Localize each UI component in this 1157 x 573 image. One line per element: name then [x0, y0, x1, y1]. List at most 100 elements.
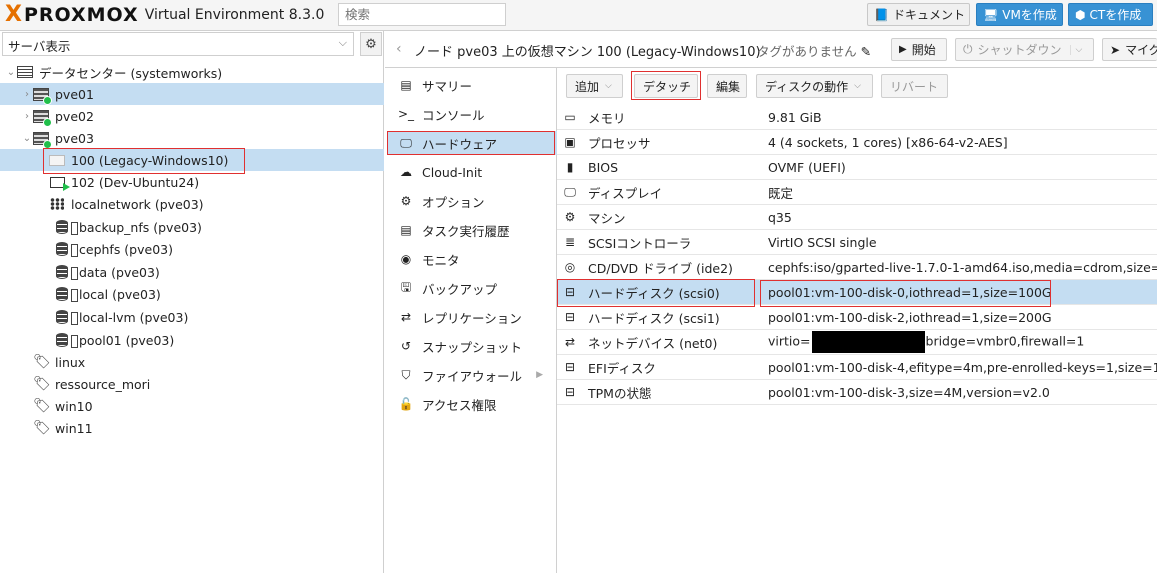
migrate-label: マイグ — [1125, 43, 1157, 57]
chevron-down-icon[interactable]: ⌄ — [6, 67, 16, 78]
nav-console[interactable]: >_ コンソール — [388, 102, 557, 126]
tree-item-pve01[interactable]: › pve01 — [0, 83, 384, 105]
hardware-name: マシン — [588, 210, 626, 226]
hardware-row-bios[interactable]: ▮ BIOS OVMF (UEFI) — [557, 155, 1157, 180]
chevron-right-icon[interactable]: › — [22, 111, 32, 122]
retweet-icon: ⇄ — [400, 310, 412, 324]
chevron-right-icon[interactable]: › — [22, 89, 32, 100]
tags-field[interactable]: タグがありません ✎ — [757, 41, 871, 60]
tag-icon: 🏷 — [33, 420, 51, 436]
hardware-row-scsi-controller[interactable]: ≣ SCSIコントローラ VirtIO SCSI single — [557, 230, 1157, 255]
detach-button[interactable]: デタッチ — [634, 74, 698, 98]
tree-item-label: 102 (Dev-Ubuntu24) — [71, 174, 200, 190]
tree-item-tag-linux[interactable]: 🏷 linux — [0, 351, 384, 373]
tree-item-pool01[interactable]: pool01 (pve03) — [0, 329, 384, 351]
revert-button[interactable]: リバート — [881, 74, 948, 98]
nav-label: オプション — [422, 194, 485, 210]
start-button[interactable]: ▶ 開始 — [891, 38, 947, 61]
tree-item-tag-ressource-mori[interactable]: 🏷 ressource_mori — [0, 373, 384, 395]
tag-icon: 🏷 — [33, 354, 51, 370]
list-icon: ▤ — [400, 223, 412, 237]
tree-item-label: pool01 (pve03) — [79, 332, 175, 348]
nav-cloud-init[interactable]: ☁ Cloud-Init — [388, 160, 557, 184]
tree-item-tag-win11[interactable]: 🏷 win11 — [0, 417, 384, 439]
nav-hardware[interactable]: 🖵 ハードウェア — [388, 131, 557, 155]
hardware-row-efidisk[interactable]: ⊟ EFIディスク pool01:vm-100-disk-4,efitype=4… — [557, 355, 1157, 380]
hardware-row-scsi0[interactable]: ⊟ ハードディスク (scsi0) pool01:vm-100-disk-0,i… — [557, 280, 1157, 305]
nav-task-history[interactable]: ▤ タスク実行履歴 — [388, 218, 557, 242]
hardware-row-memory[interactable]: ▭ メモリ 9.81 GiB — [557, 105, 1157, 130]
hardware-row-tpm[interactable]: ⊟ TPMの状態 pool01:vm-100-disk-3,size=4M,ve… — [557, 380, 1157, 405]
view-selector[interactable]: サーバ表示 ⌵ — [2, 32, 354, 56]
chevron-down-icon[interactable]: ⌵ — [1069, 44, 1082, 55]
hardware-value: VirtIO SCSI single — [768, 234, 877, 250]
migrate-button[interactable]: ➤ マイグ — [1102, 38, 1157, 61]
tree-item-label: backup_nfs (pve03) — [79, 219, 202, 235]
shutdown-button[interactable]: ⏻ シャットダウン ⌵ — [955, 38, 1094, 61]
summary-icon: ▤ — [400, 78, 412, 92]
tree-item-cephfs[interactable]: cephfs (pve03) — [0, 238, 384, 260]
hardware-row-net0[interactable]: ⇄ ネットデバイス (net0) virtio= bridge=vmbr0,fir… — [557, 330, 1157, 355]
tree-item-tag-win10[interactable]: 🏷 win10 — [0, 395, 384, 417]
search-input[interactable] — [338, 3, 506, 26]
tree-item-label: pve01 — [55, 86, 94, 102]
hardware-value: pool01:vm-100-disk-0,iothread=1,size=100… — [768, 284, 1052, 300]
tree-item-datacenter[interactable]: ⌄ データセンター (systemworks) — [0, 61, 384, 83]
nav-permissions[interactable]: 🔓 アクセス権限 — [388, 392, 557, 416]
book-icon: 📘 — [874, 7, 889, 22]
create-ct-button[interactable]: ⬢ CTを作成 — [1068, 3, 1153, 26]
add-button[interactable]: 追加 ⌵ — [566, 74, 623, 98]
edit-button[interactable]: 編集 — [707, 74, 747, 98]
revert-label: リバート — [890, 79, 939, 94]
memory-icon: ▭ — [564, 110, 576, 124]
create-vm-button[interactable]: 🖥 VMを作成 — [976, 3, 1063, 26]
hardware-value: cephfs:iso/gparted-live-1.7.0-1-amd64.is… — [768, 259, 1157, 275]
nav-summary[interactable]: ▤ サマリー — [388, 73, 557, 97]
disk-action-button[interactable]: ディスクの動作 ⌵ — [756, 74, 873, 98]
redacted-mac-address — [811, 331, 925, 353]
nav-replication[interactable]: ⇄ レプリケーション — [388, 305, 557, 329]
hardware-row-scsi1[interactable]: ⊟ ハードディスク (scsi1) pool01:vm-100-disk-2,i… — [557, 305, 1157, 330]
nav-label: アクセス権限 — [422, 397, 497, 413]
pencil-icon[interactable]: ✎ — [861, 44, 871, 59]
tree-item-vm-102[interactable]: 102 (Dev-Ubuntu24) — [0, 171, 384, 193]
nav-options[interactable]: ⚙ オプション — [388, 189, 557, 213]
hardware-row-machine[interactable]: ⚙ マシン q35 — [557, 205, 1157, 230]
add-label: 追加 — [575, 79, 600, 94]
nav-label: モニタ — [422, 252, 460, 268]
tree-item-local-lvm[interactable]: local-lvm (pve03) — [0, 306, 384, 328]
hardware-value: 9.81 GiB — [768, 109, 822, 125]
documentation-button[interactable]: 📘 ドキュメント — [867, 3, 970, 26]
tree-item-localnetwork[interactable]: localnetwork (pve03) — [0, 193, 384, 215]
nav-label: バックアップ — [422, 281, 498, 297]
hardware-row-processor[interactable]: ▣ プロセッサ 4 (4 sockets, 1 cores) [x86-64-v… — [557, 130, 1157, 155]
storage-icon — [50, 241, 78, 257]
hardware-row-display[interactable]: 🖵 ディスプレイ 既定 — [557, 180, 1157, 205]
nav-label: スナップショット — [422, 339, 523, 355]
hard-drive-icon: ⊟ — [564, 385, 576, 399]
chevron-left-icon[interactable]: ‹ — [396, 41, 402, 57]
net-value-prefix: virtio= — [768, 333, 811, 349]
nav-monitor[interactable]: ◉ モニタ — [388, 247, 557, 271]
tag-icon: 🏷 — [33, 398, 51, 414]
terminal-icon: >_ — [398, 107, 415, 121]
hard-drive-icon: ⊟ — [564, 360, 576, 374]
tree-item-label: データセンター (systemworks) — [39, 65, 223, 81]
hardware-name: SCSIコントローラ — [588, 235, 692, 251]
tree-item-local[interactable]: local (pve03) — [0, 283, 384, 305]
vm-stopped-icon — [48, 152, 66, 168]
nav-label: サマリー — [422, 78, 473, 94]
tree-item-pve02[interactable]: › pve02 — [0, 105, 384, 127]
tree-item-vm-100[interactable]: 100 (Legacy-Windows10) — [0, 149, 384, 171]
chevron-down-icon[interactable]: ⌄ — [22, 133, 32, 144]
tree-item-data[interactable]: data (pve03) — [0, 261, 384, 283]
nav-backup[interactable]: 🖫 バックアップ — [388, 276, 557, 300]
tree-item-backup-nfs[interactable]: backup_nfs (pve03) — [0, 216, 384, 238]
hardware-row-cdrom[interactable]: ◎ CD/DVD ドライブ (ide2) cephfs:iso/gparted-… — [557, 255, 1157, 280]
nav-snapshots[interactable]: ↺ スナップショット — [388, 334, 557, 358]
tree-item-label: cephfs (pve03) — [79, 241, 173, 257]
chevron-right-icon: ▶ — [536, 370, 543, 380]
tree-item-pve03[interactable]: ⌄ pve03 — [0, 127, 384, 149]
tree-settings-button[interactable]: ⚙ — [360, 32, 382, 56]
nav-firewall[interactable]: ⛉ ファイアウォール ▶ — [388, 363, 557, 387]
